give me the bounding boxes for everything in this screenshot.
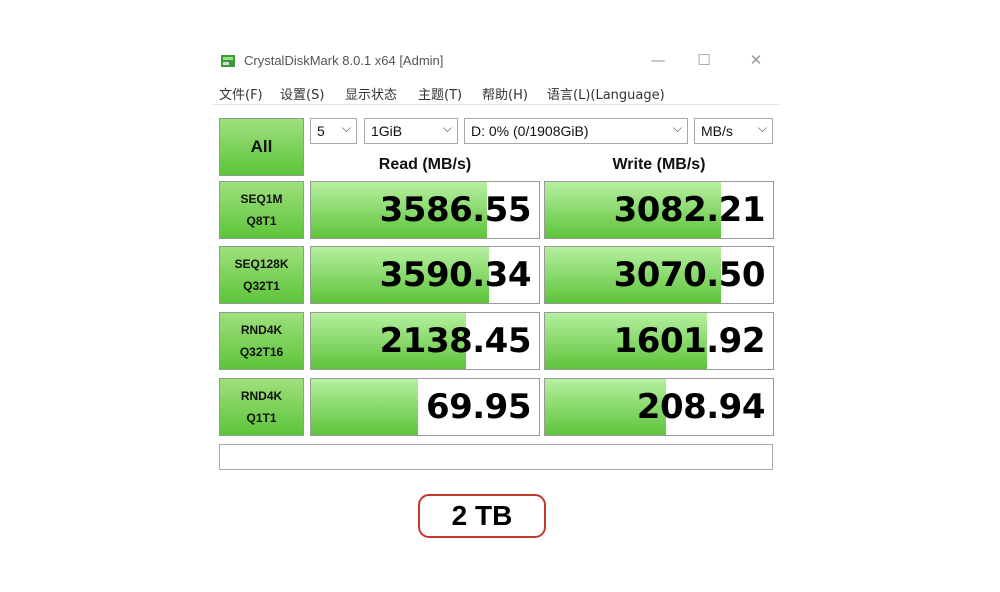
test-rnd4k-q32t16-button[interactable]: RND4K Q32T16 <box>219 312 304 370</box>
menu-help[interactable]: 帮助(H) <box>482 84 528 103</box>
menu-profile[interactable]: 显示状态 <box>345 84 397 103</box>
window-title: CrystalDiskMark 8.0.1 x64 [Admin] <box>244 53 444 68</box>
menu-file[interactable]: 文件(F) <box>219 84 263 103</box>
test-name: SEQ1M <box>240 192 283 206</box>
test-queue: Q1T1 <box>246 411 277 425</box>
test-name: SEQ128K <box>234 257 289 271</box>
chevron-down-icon: ⌵ <box>442 121 452 135</box>
menu-bar: 文件(F) 设置(S) 显示状态 主题(T) 帮助(H) 语言(L)(Langu… <box>212 82 780 105</box>
read-value: 2138.45 <box>379 321 532 361</box>
test-rnd4k-q1t1-button[interactable]: RND4K Q1T1 <box>219 378 304 436</box>
chevron-down-icon: ⌵ <box>341 121 351 135</box>
test-count-select[interactable]: 5 ⌵ <box>310 118 357 144</box>
write-column-header: Write (MB/s) <box>612 156 706 173</box>
maximize-button[interactable]: ☐ <box>694 50 714 70</box>
capacity-badge: 2 TB <box>418 494 546 538</box>
crystaldiskmark-window: CrystalDiskMark 8.0.1 x64 [Admin] — ☐ ✕ … <box>212 44 780 470</box>
read-value: 3590.34 <box>379 255 532 295</box>
menu-language[interactable]: 语言(L)(Language) <box>547 84 665 103</box>
unit-select[interactable]: MB/s ⌵ <box>694 118 773 144</box>
write-value: 3082.21 <box>613 190 766 230</box>
test-size-value: 1GiB <box>371 123 403 139</box>
chevron-down-icon: ⌵ <box>757 121 767 135</box>
test-seq1m-q8t1-button[interactable]: SEQ1M Q8T1 <box>219 181 304 239</box>
write-value: 208.94 <box>636 387 766 427</box>
write-value: 3070.50 <box>613 255 766 295</box>
write-value: 1601.92 <box>613 321 766 361</box>
read-bar <box>311 379 419 435</box>
minimize-button[interactable]: — <box>648 50 668 70</box>
test-queue: Q32T1 <box>243 279 280 293</box>
close-button[interactable]: ✕ <box>746 50 766 70</box>
menu-theme[interactable]: 主题(T) <box>418 84 462 103</box>
test-name: RND4K <box>240 323 283 337</box>
chevron-down-icon: ⌵ <box>672 121 682 135</box>
test-seq128k-q32t1-button[interactable]: SEQ128K Q32T1 <box>219 246 304 304</box>
test-queue: Q32T16 <box>239 345 284 359</box>
write-result-seq1m: 3082.21 <box>544 181 774 239</box>
write-result-rnd4k-q32t16: 1601.92 <box>544 312 774 370</box>
test-count-value: 5 <box>317 123 325 139</box>
test-queue: Q8T1 <box>246 214 277 228</box>
comment-input[interactable] <box>219 444 773 470</box>
unit-value: MB/s <box>701 123 733 139</box>
drive-value: D: 0% (0/1908GiB) <box>471 123 589 139</box>
run-all-button[interactable]: All <box>219 118 304 176</box>
read-result-seq1m: 3586.55 <box>310 181 540 239</box>
read-value: 69.95 <box>425 387 532 427</box>
write-result-rnd4k-q1t1: 208.94 <box>544 378 774 436</box>
title-bar[interactable]: CrystalDiskMark 8.0.1 x64 [Admin] — ☐ ✕ <box>212 44 780 78</box>
read-result-seq128k: 3590.34 <box>310 246 540 304</box>
menu-settings[interactable]: 设置(S) <box>280 84 324 103</box>
write-result-seq128k: 3070.50 <box>544 246 774 304</box>
drive-select[interactable]: D: 0% (0/1908GiB) ⌵ <box>464 118 688 144</box>
app-icon <box>221 55 235 67</box>
test-name: RND4K <box>240 389 283 403</box>
read-result-rnd4k-q32t16: 2138.45 <box>310 312 540 370</box>
test-size-select[interactable]: 1GiB ⌵ <box>364 118 458 144</box>
read-column-header: Read (MB/s) <box>378 156 472 173</box>
read-value: 3586.55 <box>379 190 532 230</box>
read-result-rnd4k-q1t1: 69.95 <box>310 378 540 436</box>
